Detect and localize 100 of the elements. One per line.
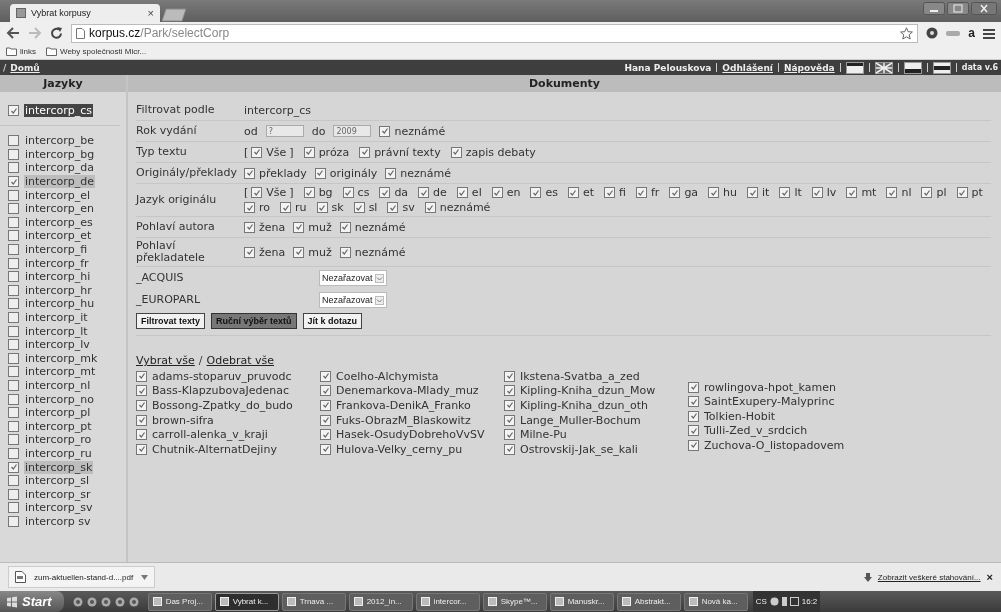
checkbox[interactable] — [387, 202, 399, 213]
checkbox[interactable] — [504, 414, 515, 426]
taskbar-button[interactable]: Manuskr... — [549, 592, 614, 611]
checkbox[interactable] — [8, 515, 19, 527]
checkbox[interactable] — [604, 187, 616, 198]
taskbar-button[interactable]: Das Proj... — [147, 592, 212, 611]
language-label[interactable]: intercorp_ro — [24, 433, 93, 447]
checkbox[interactable] — [8, 475, 19, 487]
checkbox[interactable] — [379, 125, 391, 137]
checkbox[interactable] — [8, 271, 19, 283]
language-label[interactable]: intercorp_mk — [24, 351, 99, 365]
checkbox[interactable] — [8, 298, 19, 310]
language-label[interactable]: intercorp_sl — [24, 474, 90, 488]
checkbox[interactable] — [320, 385, 331, 397]
close-button[interactable]: × — [986, 571, 993, 583]
taskbar-button[interactable]: Skype™... — [482, 592, 547, 611]
checkbox[interactable] — [8, 162, 19, 174]
deselect-all-link[interactable]: Odebrat vše — [206, 354, 274, 367]
checkbox[interactable] — [688, 410, 699, 422]
checkbox[interactable] — [8, 244, 19, 256]
bookmark-item[interactable]: links — [6, 47, 36, 56]
checkbox[interactable] — [251, 187, 263, 198]
checkbox[interactable] — [293, 221, 305, 233]
checkbox[interactable] — [8, 312, 19, 323]
language-label[interactable]: intercorp_hi — [24, 270, 92, 284]
language-label[interactable]: intercorp_pl — [24, 406, 92, 420]
checkbox[interactable] — [8, 488, 19, 500]
language-label[interactable]: intercorp sv — [24, 514, 92, 528]
flag-icon[interactable] — [932, 61, 951, 74]
checkbox[interactable] — [8, 447, 19, 459]
checkbox[interactable] — [779, 187, 791, 198]
address-field[interactable]: korpus.cz/Park/selectCorp — [71, 23, 919, 43]
checkbox[interactable] — [320, 370, 331, 382]
nav-link[interactable]: Odhlášení — [722, 62, 773, 73]
checkbox[interactable] — [8, 284, 19, 296]
checkbox[interactable] — [886, 187, 898, 198]
checkbox[interactable] — [303, 146, 315, 158]
reload-icon[interactable] — [50, 26, 63, 40]
checkbox[interactable] — [8, 366, 19, 378]
language-label[interactable]: intercorp_de — [24, 175, 95, 189]
language-label[interactable]: intercorp_cs — [24, 104, 93, 117]
language-label[interactable]: intercorp_lt — [24, 324, 89, 338]
checkbox[interactable] — [320, 443, 331, 455]
taskbar-button[interactable]: 2012_in... — [348, 592, 413, 611]
checkbox[interactable] — [8, 380, 19, 391]
checkbox[interactable] — [8, 230, 19, 242]
action-button[interactable]: Jít k dotazu — [302, 313, 363, 329]
flag-icon[interactable] — [903, 61, 922, 74]
menu-icon[interactable] — [983, 27, 995, 39]
checkbox[interactable] — [342, 187, 354, 198]
checkbox[interactable] — [293, 246, 305, 258]
star-icon[interactable] — [900, 26, 914, 40]
checkbox[interactable] — [8, 135, 19, 147]
checkbox[interactable] — [314, 167, 326, 179]
checkbox[interactable] — [320, 400, 331, 411]
checkbox[interactable] — [8, 393, 19, 405]
checkbox[interactable] — [353, 202, 365, 213]
checkbox[interactable] — [244, 202, 255, 213]
browser-tab[interactable]: Vybrat korpusy × — [10, 4, 160, 22]
checkbox[interactable] — [8, 461, 19, 473]
checkbox[interactable] — [8, 420, 19, 432]
checkbox[interactable] — [8, 216, 19, 228]
taskbar-button[interactable]: Nová ka... — [683, 592, 748, 611]
taskbar-button[interactable]: Trnava ... — [281, 592, 346, 611]
checkbox[interactable] — [921, 187, 933, 198]
extension-button[interactable]: a — [968, 26, 975, 40]
checkbox[interactable] — [688, 425, 699, 437]
checkbox[interactable] — [316, 202, 328, 213]
close-icon[interactable] — [971, 2, 997, 15]
checkbox[interactable] — [688, 396, 699, 408]
bookmark-item[interactable]: Weby společnosti Micr... — [46, 47, 147, 56]
show-downloads-link[interactable]: Zobrazit veškeré stahování... — [877, 572, 981, 582]
extension-icon[interactable] — [926, 27, 939, 39]
checkbox[interactable] — [8, 105, 19, 116]
checkbox[interactable] — [669, 187, 681, 198]
language-label[interactable]: intercorp_bg — [24, 147, 96, 161]
minimize-button[interactable] — [923, 2, 945, 15]
checkbox[interactable] — [8, 203, 19, 215]
back-icon[interactable] — [6, 27, 20, 39]
checkbox[interactable] — [136, 414, 147, 426]
checkbox[interactable] — [320, 429, 331, 441]
checkbox[interactable] — [385, 167, 397, 179]
checkbox[interactable] — [136, 385, 147, 397]
checkbox[interactable] — [418, 187, 430, 198]
checkbox[interactable] — [956, 187, 968, 198]
checkbox[interactable] — [136, 429, 147, 441]
app-icon[interactable] — [100, 596, 111, 607]
nav-link[interactable]: Nápověda — [783, 62, 835, 73]
flag-icon[interactable] — [845, 61, 864, 74]
checkbox[interactable] — [8, 148, 19, 160]
checkbox[interactable] — [251, 146, 263, 158]
checkbox[interactable] — [280, 202, 291, 213]
checkbox[interactable] — [339, 221, 351, 233]
year-field[interactable]: ? — [265, 125, 304, 137]
checkbox[interactable] — [359, 146, 371, 158]
home-link[interactable]: Domů — [10, 62, 40, 73]
maximize-button[interactable] — [947, 2, 969, 15]
checkbox[interactable] — [811, 187, 823, 198]
start-button[interactable]: Start — [0, 591, 64, 612]
checkbox[interactable] — [504, 400, 515, 411]
